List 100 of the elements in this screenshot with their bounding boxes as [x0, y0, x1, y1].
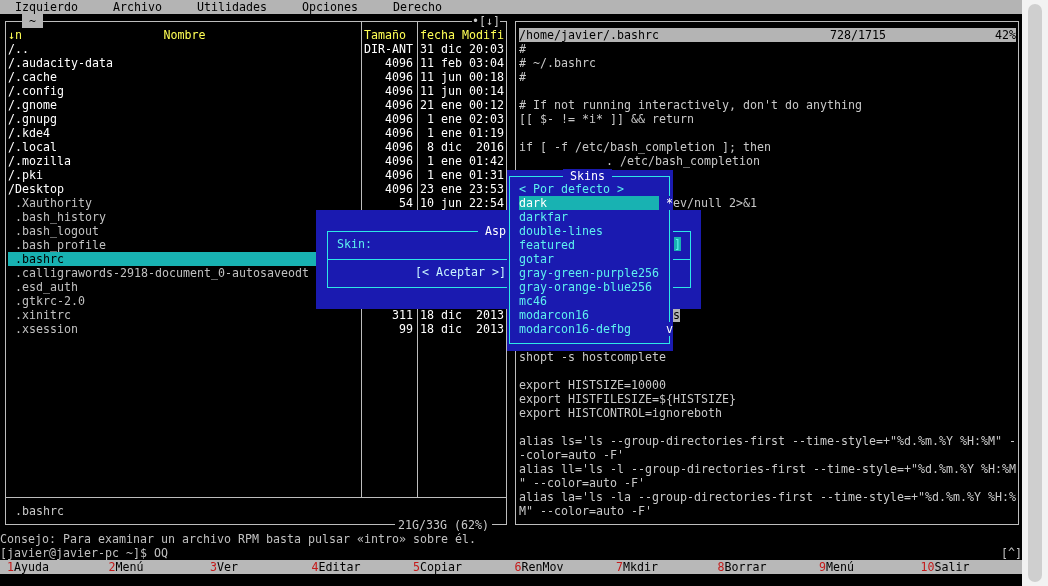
file-size: 4096: [385, 98, 413, 112]
skin-option[interactable]: darkfar: [519, 210, 659, 224]
file-date: 8 dic 2016: [427, 140, 504, 154]
file-name[interactable]: /.cache: [6, 70, 361, 84]
code-line: [[ $- != *i* ]] && return: [519, 112, 694, 126]
file-date: 23 ene 23:53: [420, 182, 504, 196]
code-line: # If not running interactively, don't do anything: [519, 98, 862, 112]
file-date: 1 ene 02:03: [427, 112, 504, 126]
column-header[interactable]: Nombre: [163, 28, 206, 42]
scrollbar-track[interactable]: [1022, 0, 1048, 586]
function-key[interactable]: 4Editar: [311, 560, 361, 574]
skin-option[interactable]: gray-green-purple256: [519, 266, 659, 280]
function-key[interactable]: 10Salir: [920, 560, 970, 574]
file-name[interactable]: /.mozilla: [6, 154, 361, 168]
code-line: alias la='ls -la --group-directories-first --time-style=+"%d.%m.%Y %H:%: [519, 490, 1016, 504]
code-line: alias ls='ls --group-directories-first --time-style=+"%d.%m.%Y %H:%M" -: [519, 434, 1016, 448]
file-date: 1 ene 01:42: [427, 154, 504, 168]
file-size: 4096: [385, 112, 413, 126]
hint-text: Consejo: Para examinar un archivo RPM basta pulsar «intro» sobre él.: [0, 532, 477, 546]
file-date: 10 jun 22:54: [420, 196, 504, 210]
file-name[interactable]: .Xauthority: [6, 196, 361, 210]
function-key[interactable]: 8Borrar: [717, 560, 767, 574]
file-size: 4096: [385, 126, 413, 140]
code-line: -color=auto -F': [519, 448, 624, 462]
code-line: M" --color=auto -F': [519, 504, 652, 518]
file-date: 11 jun 00:14: [420, 84, 504, 98]
file-size: DIR-ANT: [364, 42, 413, 56]
skin-option[interactable]: double-lines: [519, 224, 659, 238]
file-size: 4096: [385, 168, 413, 182]
file-size: 4096: [385, 70, 413, 84]
function-key[interactable]: 5Copiar: [413, 560, 462, 574]
dialog-title: Skins: [563, 169, 612, 183]
skin-option[interactable]: gray-orange-blue256: [519, 280, 659, 294]
file-size: 4096: [385, 140, 413, 154]
file-date: 21 ene 00:12: [420, 98, 504, 112]
function-key[interactable]: 7Mkdir: [616, 560, 658, 574]
file-path: /home/javier/.bashrc: [519, 28, 660, 42]
function-key[interactable]: 9Menú: [819, 560, 854, 574]
file-name[interactable]: .xinitrc: [6, 308, 361, 322]
file-name[interactable]: /..: [6, 42, 361, 56]
file-name[interactable]: /.config: [6, 84, 361, 98]
file-size: 54: [399, 196, 413, 210]
skin-option[interactable]: modarcon16: [519, 308, 659, 322]
column-header[interactable]: fecha Modifi: [420, 28, 504, 42]
scrollbar-thumb[interactable]: [1028, 4, 1042, 582]
file-size: 4096: [385, 182, 413, 196]
menu-item[interactable]: Opciones: [302, 0, 358, 14]
file-size: 311: [392, 308, 413, 322]
file-date: 11 feb 03:04: [420, 56, 504, 70]
file-date: 18 dic 2013: [420, 308, 504, 322]
file-size: 4096: [385, 154, 413, 168]
skin-option[interactable]: < Por defecto >: [519, 182, 659, 196]
code-line: # ~/.bashrc: [519, 56, 596, 70]
code-line: . /etc/bash_completion: [606, 154, 760, 168]
column-header[interactable]: Tamaño: [364, 28, 406, 42]
byte-position: 728/1715: [830, 28, 886, 42]
file-name[interactable]: /.kde4: [6, 126, 361, 140]
function-key[interactable]: 2Menú: [108, 560, 144, 574]
file-size: 4096: [385, 84, 413, 98]
file-name[interactable]: /.gnupg: [6, 112, 361, 126]
sort-indicator[interactable]: ↓n: [8, 28, 164, 42]
skin-option[interactable]: mc46: [519, 294, 659, 308]
skin-option[interactable]: featured: [519, 238, 659, 252]
code-line: #: [519, 70, 526, 84]
skin-option[interactable]: modarcon16-defbg: [519, 322, 659, 336]
menu-item[interactable]: Utilidades: [197, 0, 267, 14]
code-line: shopt -s hostcomplete: [519, 350, 666, 364]
file-date: 31 dic 20:03: [420, 42, 504, 56]
function-key[interactable]: 1Ayuda: [7, 560, 49, 574]
file-date: 11 jun 00:18: [420, 70, 504, 84]
file-size: 99: [399, 322, 413, 336]
mini-status: .bashrc: [15, 504, 64, 518]
function-key[interactable]: 6RenMov: [514, 560, 564, 574]
disk-usage: 21G/33G (62%): [395, 518, 492, 532]
panel-corner-controls[interactable]: •[↓]: [472, 14, 500, 28]
code-line: export HISTCONTROL=ignoreboth: [519, 406, 722, 420]
file-name[interactable]: /.pki: [6, 168, 361, 182]
code-line: " --color=auto -F': [519, 476, 645, 490]
accept-button[interactable]: [< Aceptar >]: [415, 265, 506, 279]
code-line: ev/null 2>&1: [673, 196, 757, 210]
file-name[interactable]: /.audacity-data: [6, 56, 361, 70]
code-line: if [ -f /etc/bash_completion ]; then: [519, 140, 771, 154]
command-prompt[interactable]: [javier@javier-pc ~]$ OQ: [0, 546, 168, 560]
file-name[interactable]: /.gnome: [6, 98, 361, 112]
file-size: 4096: [385, 56, 413, 70]
code-line: #: [519, 42, 526, 56]
file-name[interactable]: /.local: [6, 140, 361, 154]
file-date: 1 ene 01:19: [427, 126, 504, 140]
code-line: alias ll='ls -l --group-directories-first --time-style=+"%d.%m.%Y %H:%M: [519, 462, 1016, 476]
menu-item[interactable]: Derecho: [393, 0, 442, 14]
panel-title[interactable]: ~: [22, 14, 43, 28]
file-name[interactable]: /Desktop: [6, 182, 361, 196]
corner-indicator[interactable]: [^]: [1001, 546, 1022, 560]
function-key[interactable]: 3Ver: [210, 560, 238, 574]
menu-item[interactable]: Izquierdo: [15, 0, 78, 14]
field-label: Skin:: [337, 237, 372, 253]
menu-item[interactable]: Archivo: [113, 0, 162, 14]
skin-option[interactable]: gotar: [519, 252, 659, 266]
file-name[interactable]: .xsession: [6, 322, 361, 336]
scroll-thumb[interactable]: *: [666, 196, 673, 210]
